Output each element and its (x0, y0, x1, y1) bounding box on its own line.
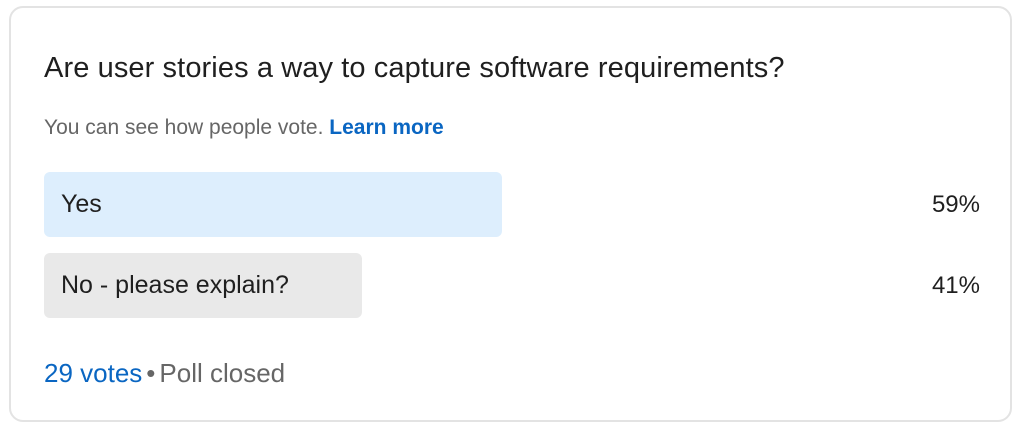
poll-option-percent: 59% (931, 191, 980, 218)
poll-option-label: No - please explain? (61, 271, 289, 299)
poll-option-percent: 41% (931, 272, 980, 299)
visibility-text: You can see how people vote. (44, 116, 324, 139)
separator-dot: • (146, 358, 156, 388)
poll-status: Poll closed (159, 358, 286, 388)
poll-question: Are user stories a way to capture softwa… (44, 52, 785, 84)
poll-card: Are user stories a way to capture softwa… (9, 6, 1012, 422)
poll-option-yes[interactable]: Yes 59% (44, 172, 982, 237)
poll-footer: 29 votes • Poll closed (44, 358, 285, 389)
poll-option-no[interactable]: No - please explain? 41% (44, 253, 982, 318)
poll-option-bar (44, 172, 502, 237)
learn-more-link[interactable]: Learn more (329, 116, 443, 139)
poll-options: Yes 59% No - please explain? 41% (44, 172, 982, 334)
poll-option-label: Yes (61, 190, 102, 218)
poll-visibility-note: You can see how people vote. Learn more (44, 116, 444, 140)
vote-count-link[interactable]: 29 votes (44, 358, 142, 388)
